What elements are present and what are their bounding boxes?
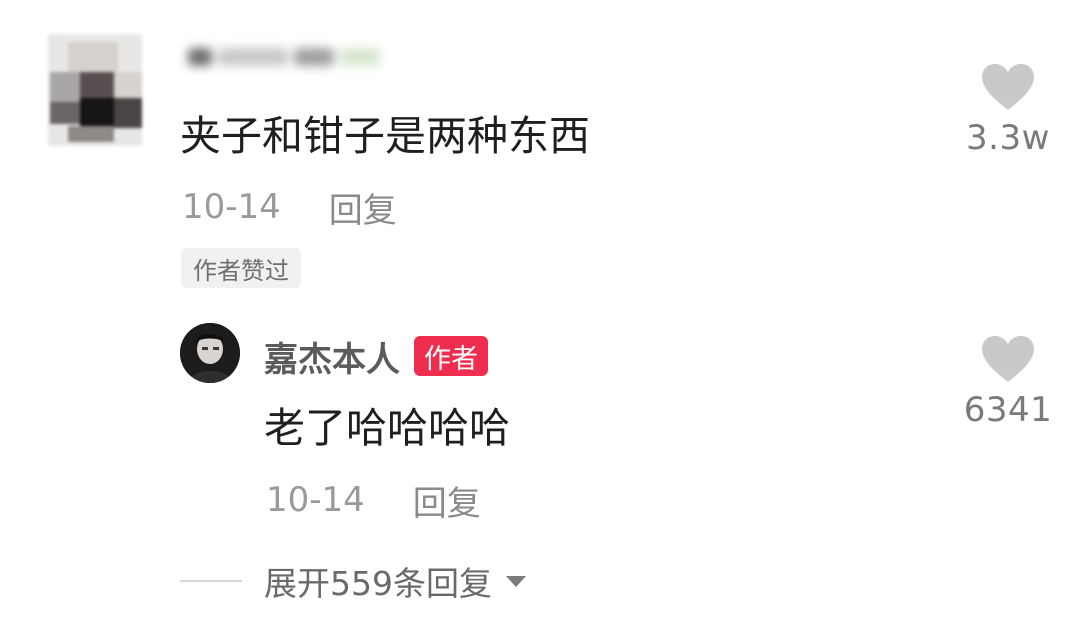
reply-like-count: 6341 [963,390,1053,430]
author-tag: 作者 [414,336,488,376]
reply-button[interactable]: 回复 [329,183,397,232]
heart-icon[interactable] [980,62,1036,112]
reply-date: 10-14 [266,480,365,520]
comment-thread: 夹子和钳子是两种东西 10-14 回复 作者赞过 3.3w 嘉杰本人 作者 老了… [0,0,1080,643]
reply-meta: 10-14 回复 [266,476,481,525]
expand-replies-button[interactable]: 展开559条回复 [180,557,528,605]
reply-avatar-image [180,323,240,383]
reply-text: 老了哈哈哈哈 [264,404,510,452]
commenter-avatar[interactable] [48,34,142,146]
commenter-name-obscured[interactable] [188,40,388,76]
reply-avatar[interactable] [180,323,240,383]
reply-like-button[interactable]: 6341 [948,334,1068,430]
caret-down-icon [506,576,526,587]
heart-icon[interactable] [980,334,1036,384]
comment-date: 10-14 [182,187,281,227]
expand-replies-label: 展开559条回复 [264,564,492,603]
reply-to-reply-button[interactable]: 回复 [413,476,481,525]
comment-meta: 10-14 回复 [182,183,397,232]
comment-like-count: 3.3w [966,118,1050,158]
comment-like-button[interactable]: 3.3w [948,62,1068,158]
reply-username[interactable]: 嘉杰本人 [264,332,400,381]
author-liked-badge: 作者赞过 [181,248,301,288]
divider-line [180,580,242,582]
comment-text: 夹子和钳子是两种东西 [180,112,590,160]
reply-header: 嘉杰本人 作者 [264,332,488,381]
